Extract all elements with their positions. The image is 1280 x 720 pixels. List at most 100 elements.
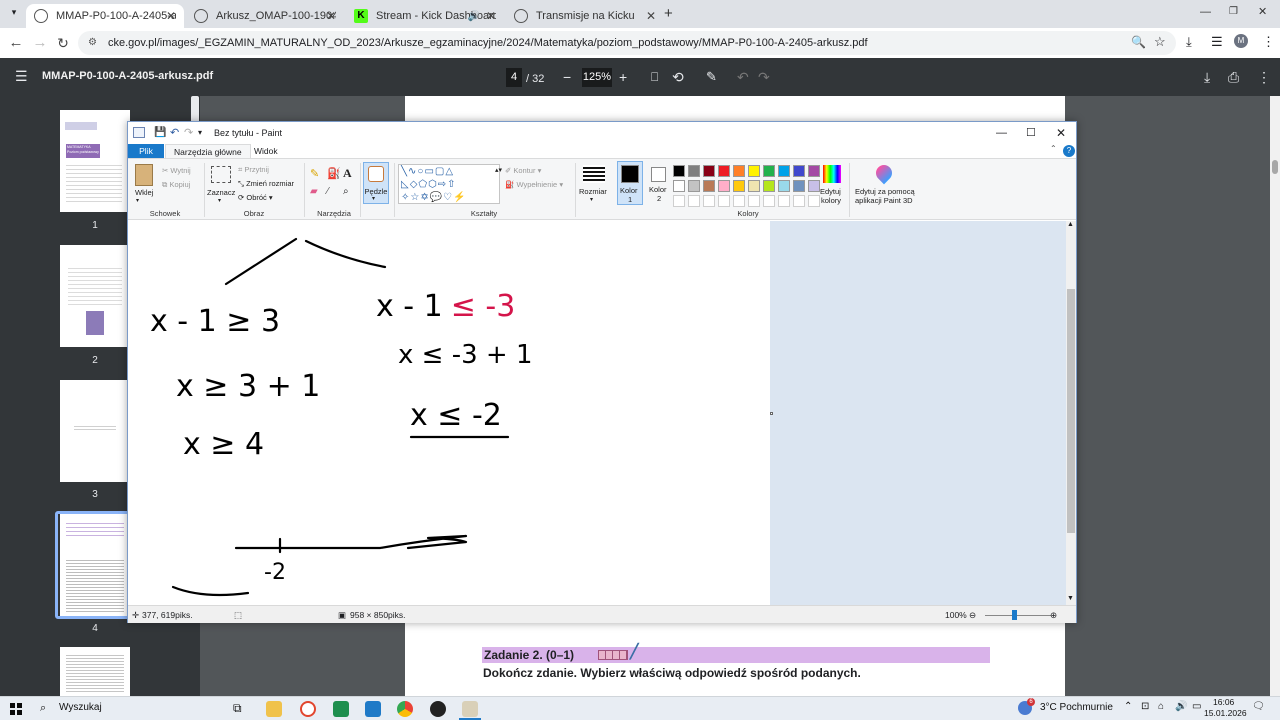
fill-button[interactable]: ⛽ Wypełnienie ▾: [505, 180, 563, 189]
shapes-gallery[interactable]: ╲∿○▭▢△ ◺◇⬠⬡⇨⇧ ✧☆✡💬♡⚡: [398, 164, 500, 204]
download-pdf-icon[interactable]: ⤓: [1204, 68, 1210, 86]
fit-page-icon[interactable]: ⎕: [651, 68, 658, 86]
canvas-scrollbar[interactable]: ▲ ▼: [1066, 221, 1076, 605]
chrome-icon[interactable]: [397, 701, 413, 717]
text-icon[interactable]: A: [343, 166, 352, 181]
pdf-scrollbar[interactable]: [1270, 96, 1280, 696]
notification-icon[interactable]: 🗨: [1252, 701, 1265, 712]
close-icon[interactable]: ✕: [646, 9, 656, 23]
close-icon[interactable]: ✕: [326, 9, 336, 23]
tab-search-icon[interactable]: ▾: [6, 7, 22, 21]
speaker-icon[interactable]: 🔊: [468, 11, 480, 22]
palette-swatch[interactable]: [733, 180, 745, 192]
file-explorer-icon[interactable]: [266, 701, 282, 717]
resize-button[interactable]: ⤡ Zmień rozmiar: [238, 179, 294, 189]
color-picker-icon[interactable]: ⁄: [327, 186, 329, 197]
size-dropdown-icon[interactable]: ▾: [590, 196, 593, 203]
zoom-slider-thumb[interactable]: [1012, 610, 1017, 620]
reading-list-icon[interactable]: ☰: [1211, 34, 1223, 50]
tab-widok[interactable]: Widok: [246, 144, 286, 158]
bookmark-star-icon[interactable]: ☆: [1154, 34, 1166, 50]
zoom-in-icon[interactable]: +: [619, 68, 627, 86]
tab-plik[interactable]: Plik: [128, 144, 164, 158]
volume-icon[interactable]: 🔊: [1175, 701, 1187, 712]
clock-date[interactable]: 15.01.2026: [1204, 708, 1247, 718]
forward-icon[interactable]: →: [30, 33, 50, 53]
save-icon[interactable]: 💾: [154, 122, 166, 144]
tray-chevron-icon[interactable]: ⌃: [1124, 701, 1132, 712]
clipboard-icon[interactable]: [135, 164, 153, 186]
edit-colors-icon[interactable]: [823, 165, 841, 183]
profile-avatar[interactable]: M: [1234, 34, 1248, 48]
paint3d-label-2[interactable]: aplikacji Paint 3D: [855, 196, 913, 205]
magnifier-icon[interactable]: ⌕: [343, 186, 349, 197]
select-dropdown-icon[interactable]: ▾: [218, 197, 221, 204]
size-label[interactable]: Rozmiar: [579, 187, 607, 196]
help-icon[interactable]: ?: [1063, 145, 1075, 157]
close-window-icon[interactable]: ✕: [1258, 5, 1267, 18]
tab-pdf-arkusz[interactable]: MMAP-P0-100-A-2405-arkusz.p ✕: [26, 4, 184, 28]
annotate-icon[interactable]: ✎: [706, 68, 717, 86]
tab-kick-dashboard[interactable]: K Stream - Kick Dashboard 🔊 ✕: [346, 4, 504, 28]
app-icon-4[interactable]: [430, 701, 446, 717]
app-icon-3[interactable]: [365, 701, 381, 717]
eraser-icon[interactable]: ▰: [310, 186, 318, 197]
undo-icon[interactable]: ↶: [170, 122, 179, 144]
fill-icon[interactable]: ⛽: [327, 167, 341, 180]
tab-transmisje-kick[interactable]: Transmisje na Kicku ✕: [506, 4, 664, 28]
shapes-scroll-icon[interactable]: ▴▾: [495, 166, 502, 174]
url-input[interactable]: ⚙ cke.gov.pl/images/_EGZAMIN_MATURALNY_O…: [78, 31, 1176, 55]
canvas-resize-handle[interactable]: [770, 412, 773, 415]
palette-swatch[interactable]: [793, 180, 805, 192]
paste-button[interactable]: Wklej: [135, 188, 153, 197]
thumbnail-page-3[interactable]: [60, 380, 130, 482]
tab-arkusz-omap[interactable]: Arkusz_OMAP-100-1904.pdf ✕: [186, 4, 344, 28]
zoom-icon[interactable]: 🔍: [1131, 35, 1146, 49]
palette-swatch[interactable]: [673, 165, 685, 177]
search-icon[interactable]: ⌕: [40, 702, 46, 715]
palette-swatch[interactable]: [808, 165, 820, 177]
task-view-icon[interactable]: ⧉: [233, 701, 242, 716]
palette-swatch[interactable]: [763, 180, 775, 192]
more-options-icon[interactable]: ⋮: [1257, 68, 1271, 86]
pdf-scroll-thumb[interactable]: [1272, 160, 1278, 174]
palette-swatch[interactable]: [718, 165, 730, 177]
copy-button[interactable]: ⧉ Kopiuj: [162, 180, 190, 190]
edit-colors-label-2[interactable]: kolory: [821, 196, 841, 205]
weather-text[interactable]: 3°C Pochmurnie: [1040, 702, 1113, 713]
palette-swatch-empty[interactable]: [718, 195, 730, 207]
thumbnail-page-2[interactable]: [60, 245, 130, 347]
palette-swatch[interactable]: [778, 180, 790, 192]
clock-time[interactable]: 16:06: [1213, 697, 1234, 707]
palette-swatch-empty[interactable]: [703, 195, 715, 207]
restore-icon[interactable]: ❐: [1229, 6, 1238, 17]
battery-icon[interactable]: ▭: [1192, 701, 1201, 712]
redo-icon[interactable]: ↷: [184, 122, 193, 144]
close-icon[interactable]: ✕: [166, 9, 176, 23]
collapse-ribbon-icon[interactable]: ⌃: [1050, 144, 1057, 153]
app-icon-1[interactable]: [300, 701, 316, 717]
paint3d-label-1[interactable]: Edytuj za pomocą: [855, 187, 915, 196]
palette-swatch[interactable]: [703, 180, 715, 192]
palette-swatch[interactable]: [733, 165, 745, 177]
canvas-scroll-thumb[interactable]: [1067, 289, 1075, 533]
zoom-out-icon[interactable]: ⊖: [969, 606, 976, 624]
palette-swatch-empty[interactable]: [808, 195, 820, 207]
palette-swatch[interactable]: [748, 180, 760, 192]
reload-icon[interactable]: ↻: [53, 33, 73, 53]
palette-swatch-empty[interactable]: [688, 195, 700, 207]
select-icon[interactable]: [211, 166, 231, 183]
redo-icon[interactable]: ↷: [758, 68, 770, 86]
cut-button[interactable]: ✂ Wytnij: [162, 166, 191, 175]
thumbnail-page-4[interactable]: [60, 514, 130, 616]
select-button[interactable]: Zaznacz: [207, 188, 235, 197]
minimize-icon[interactable]: —: [1200, 6, 1211, 18]
palette-swatch-empty[interactable]: [763, 195, 775, 207]
palette-swatch-empty[interactable]: [778, 195, 790, 207]
color1-button[interactable]: Kolor 1: [617, 161, 643, 205]
scroll-down-icon[interactable]: ▼: [1067, 595, 1074, 602]
outline-button[interactable]: ✐ Kontur ▾: [505, 166, 541, 175]
color2-button[interactable]: Kolor 2: [647, 161, 673, 205]
pencil-icon[interactable]: ✎: [310, 167, 319, 180]
scroll-up-icon[interactable]: ▲: [1067, 221, 1074, 228]
